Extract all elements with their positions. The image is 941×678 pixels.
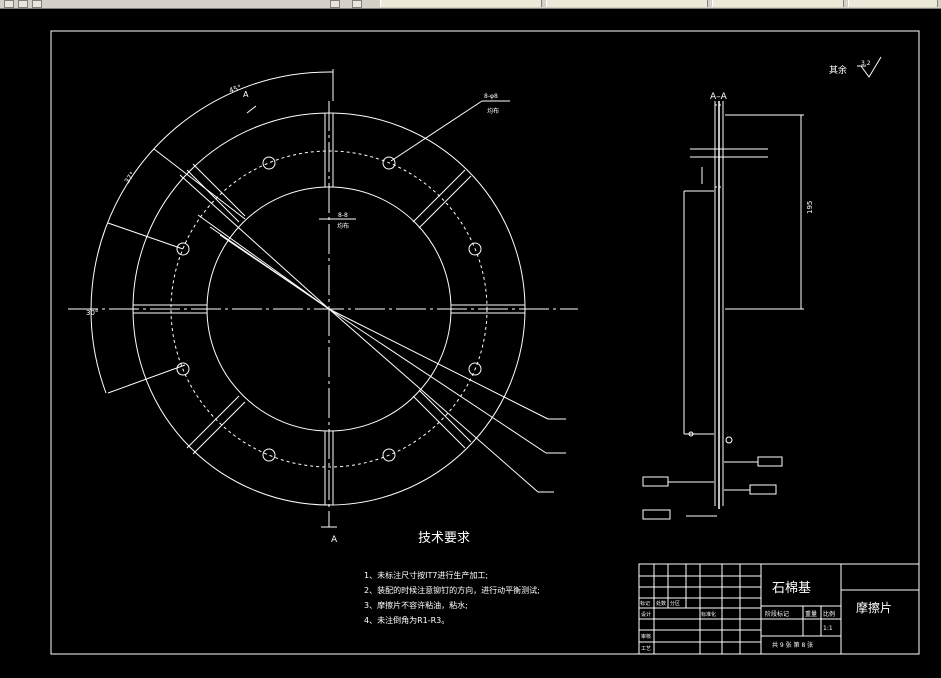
row-zone: 分区 [670,600,680,607]
process-label: 工艺 [641,646,651,652]
tech-req-item-1: 1、未标注尺寸按IT7进行生产加工; [364,570,488,580]
sheet-info: 共 9 张 第 8 张 [772,641,813,649]
angle-45-label: 45° [228,83,242,94]
section-title: A–A [710,92,728,102]
drawing-svg: A A 45° 30° 37° 8-φ8 均布 8-8 均布 A–A 195 其… [50,30,920,655]
weight-label: 重量 [805,610,817,618]
open-icon[interactable] [4,0,14,8]
part-name: 摩擦片 [856,600,892,615]
tech-req-title: 技术要求 [418,531,470,546]
row-mark: 标记 [640,600,650,607]
review-label: 审核 [641,633,651,640]
material-name: 石棉基 [772,581,811,596]
tech-req-item-3: 3、摩擦片不容许粘油，粘水; [364,600,468,610]
hole-callout-note: 均布 [487,107,499,115]
tech-req-item-2: 2、装配的时候注意铆钉的方向，进行动平衡测试; [364,585,540,595]
toolbar-field-3[interactable] [712,0,844,7]
toolbar-field-2[interactable] [546,0,708,7]
section-view [642,56,882,520]
section-marker-top: A [243,90,249,99]
roughness-value: 3.2 [861,60,871,67]
section-height-dim: 195 [806,201,814,214]
tech-req-item-4: 4、未注倒角为R1-R3。 [364,615,449,625]
standard-label: 标准化 [701,611,716,618]
row-count: 处数 [656,600,666,607]
slot-callout-note: 均布 [337,222,349,230]
cad-toolbar [0,0,941,9]
angle-30-label: 30° [86,309,98,317]
drawing-frame [50,30,920,655]
stage-label: 阶段标记 [765,610,789,618]
section-marker-bottom: A [331,535,338,545]
properties-icon[interactable] [352,0,362,8]
hole-callout: 8-φ8 [484,93,498,100]
toolbar-field-1[interactable] [380,0,542,7]
layer-icon[interactable] [330,0,340,8]
save-icon[interactable] [18,0,28,8]
scale-label: 比例 [823,610,835,618]
scale-value: 1:1 [823,625,833,632]
drawing-canvas[interactable]: A A 45° 30° 37° 8-φ8 均布 8-8 均布 A–A 195 其… [0,9,941,674]
toolbar-field-4[interactable] [848,0,938,7]
slot-callout: 8-8 [338,212,348,219]
front-view [68,69,578,528]
design-label: 设计 [641,611,651,618]
roughness-other: 其余 [829,64,847,76]
print-icon[interactable] [32,0,42,8]
